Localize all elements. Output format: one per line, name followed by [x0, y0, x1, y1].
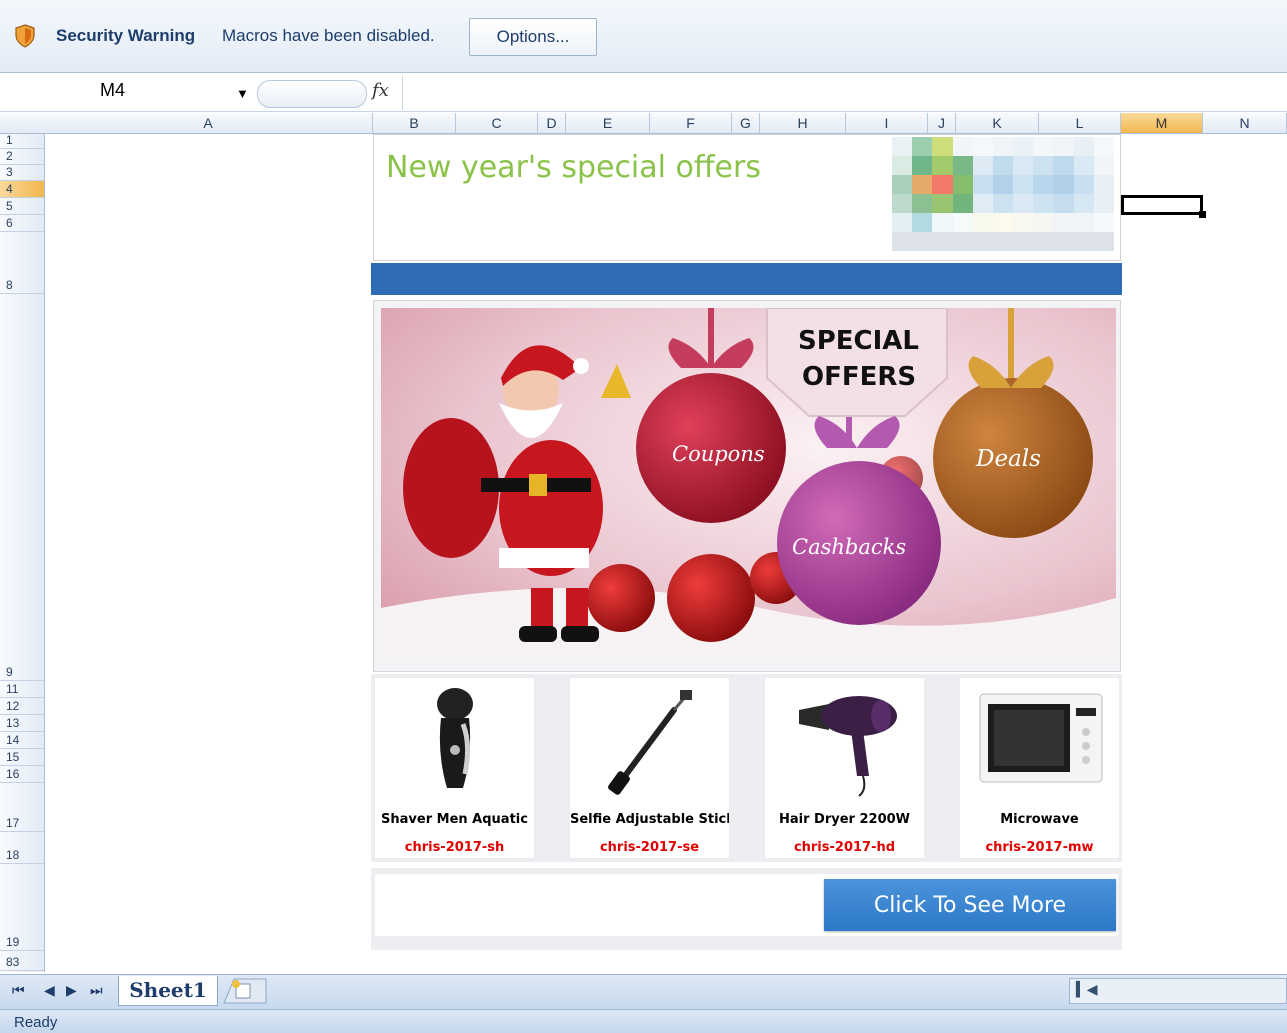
blue-divider-bar	[371, 263, 1122, 295]
ornament-label-deals: Deals	[976, 446, 1041, 472]
column-header-selected[interactable]: M	[1121, 113, 1203, 133]
column-header[interactable]: J	[928, 113, 956, 133]
security-warning-title: Security Warning	[56, 26, 196, 45]
horizontal-scrollbar[interactable]: ▍◀	[1069, 978, 1287, 1004]
row-header[interactable]: 15	[0, 749, 44, 766]
product-card[interactable]: Shaver Men Aquatic chris-2017-sh	[373, 676, 536, 860]
row-header[interactable]: 19	[0, 864, 44, 951]
row-header[interactable]: 3	[0, 165, 44, 181]
christmas-banner-image	[381, 308, 1116, 654]
ornament-label-cashbacks: Cashbacks	[792, 535, 907, 559]
row-header[interactable]: 6	[0, 215, 44, 232]
product-name: Shaver Men Aquatic	[381, 812, 528, 827]
column-header[interactable]: E	[566, 113, 650, 133]
chevron-down-icon[interactable]: ▼	[236, 86, 249, 101]
last-sheet-icon[interactable]: ⏭	[90, 982, 103, 999]
column-header[interactable]: B	[373, 113, 456, 133]
scroll-left-icon[interactable]: ▍◀	[1076, 981, 1098, 998]
row-header[interactable]: 2	[0, 149, 44, 165]
product-card[interactable]: Hair Dryer 2200W chris-2017-hd	[763, 676, 926, 860]
microwave-icon	[979, 693, 1103, 783]
row-header-selected[interactable]: 4	[0, 181, 44, 198]
product-code[interactable]: chris-2017-se	[570, 840, 729, 855]
row-header[interactable]: 18	[0, 832, 44, 864]
column-header[interactable]: I	[846, 113, 928, 133]
column-header[interactable]: F	[650, 113, 732, 133]
column-header[interactable]: K	[956, 113, 1039, 133]
name-box-value[interactable]: M4	[100, 80, 125, 101]
status-bar	[0, 1009, 1287, 1033]
insert-worksheet-icon[interactable]	[222, 978, 268, 1004]
column-header[interactable]: L	[1039, 113, 1121, 133]
row-header[interactable]: 11	[0, 681, 44, 698]
click-to-see-more-button[interactable]: Click To See More	[824, 879, 1116, 931]
page-title: New year's special offers	[386, 150, 761, 185]
column-header-bar: A B C D E F G H I J K L M N	[0, 113, 1287, 134]
selfie-stick-icon	[608, 690, 692, 795]
product-card[interactable]: Selfie Adjustable Stick chris-2017-se	[568, 676, 731, 860]
column-header[interactable]: N	[1203, 113, 1287, 133]
active-cell-M4[interactable]	[1121, 195, 1203, 215]
product-code[interactable]: chris-2017-hd	[765, 840, 924, 855]
prev-sheet-icon[interactable]: ◀	[44, 982, 55, 999]
product-name: Hair Dryer 2200W	[779, 812, 910, 827]
security-warning-message: Macros have been disabled.	[222, 26, 435, 45]
row-header[interactable]: 13	[0, 715, 44, 732]
next-sheet-icon[interactable]: ▶	[66, 982, 77, 999]
banner-headline-line1: SPECIAL	[798, 326, 919, 356]
formula-input[interactable]	[402, 76, 1287, 110]
name-box[interactable]	[0, 76, 258, 108]
insert-function-icon[interactable]: fx	[372, 80, 389, 101]
row-header[interactable]: 83	[0, 951, 44, 971]
product-name: Microwave	[1000, 812, 1079, 827]
banner-headline-line2: OFFERS	[802, 362, 917, 392]
first-sheet-icon[interactable]: ⏮	[12, 982, 25, 999]
ornament-label-coupons: Coupons	[672, 442, 765, 466]
shield-icon	[15, 24, 35, 48]
column-header[interactable]: C	[456, 113, 538, 133]
row-header[interactable]: 5	[0, 198, 44, 215]
status-text: Ready	[14, 1014, 58, 1031]
row-header[interactable]: 9	[0, 294, 44, 681]
sheet-tab-sheet1[interactable]: Sheet1	[118, 976, 218, 1006]
row-header[interactable]: 14	[0, 732, 44, 749]
row-header[interactable]: 1	[0, 133, 44, 149]
row-header-bar: 1 2 3 4 5 6 8 9 11 12 13 14 15 16 17 18 …	[0, 133, 45, 972]
column-header[interactable]: A	[44, 113, 373, 133]
product-card[interactable]: Microwave chris-2017-mw	[958, 676, 1121, 860]
row-header[interactable]: 8	[0, 232, 44, 294]
product-name: Selfie Adjustable Stick	[570, 812, 729, 827]
column-header[interactable]: D	[538, 113, 566, 133]
blurred-logo-image	[892, 137, 1114, 251]
product-code[interactable]: chris-2017-mw	[960, 840, 1119, 855]
column-header[interactable]: G	[732, 113, 760, 133]
product-code[interactable]: chris-2017-sh	[375, 840, 534, 855]
formula-bar-expander[interactable]	[257, 80, 367, 108]
row-header[interactable]: 12	[0, 698, 44, 715]
options-button[interactable]: Options...	[469, 18, 597, 56]
hair-dryer-icon	[799, 696, 897, 797]
shaver-icon	[437, 688, 473, 788]
fill-handle[interactable]	[1199, 211, 1206, 218]
row-header[interactable]: 17	[0, 783, 44, 832]
column-header[interactable]: H	[760, 113, 846, 133]
row-header[interactable]: 16	[0, 766, 44, 783]
